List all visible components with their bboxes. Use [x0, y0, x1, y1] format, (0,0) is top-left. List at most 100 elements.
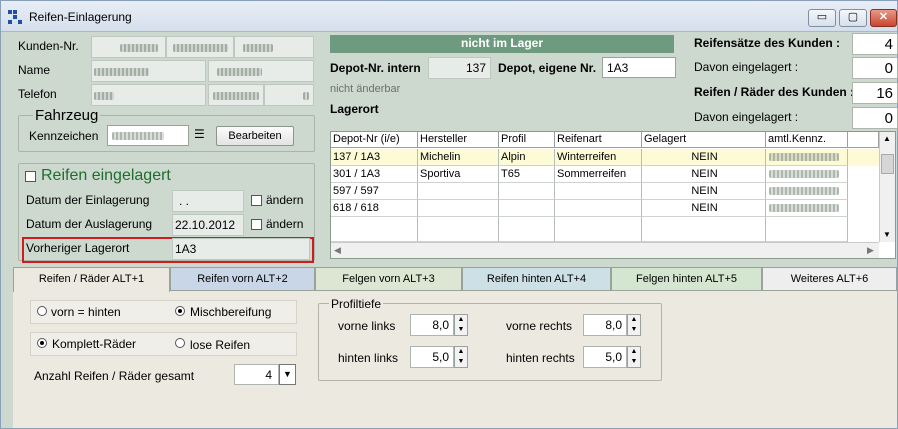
- hinten-rechts-input[interactable]: 5,0: [583, 346, 627, 368]
- hinten-links-input[interactable]: 5,0: [410, 346, 454, 368]
- vorname-field[interactable]: [208, 60, 314, 82]
- aendern-checkbox-1[interactable]: [251, 195, 262, 206]
- table-cell[interactable]: NEIN: [642, 166, 766, 183]
- kunden-name2-field[interactable]: [234, 36, 314, 58]
- anzahl-select[interactable]: 4: [234, 364, 279, 385]
- telefon-label: Telefon: [18, 87, 57, 101]
- davon-eingelagert-1-label: Davon eingelagert :: [694, 60, 799, 74]
- davon-eingelagert-2-value: 0: [852, 107, 898, 129]
- komplett-raeder-label: Komplett-Räder: [52, 337, 137, 351]
- vorne-rechts-spinner[interactable]: ▲ ▼: [627, 314, 641, 336]
- scroll-left-icon[interactable]: ◀: [334, 245, 341, 256]
- telefon3-field[interactable]: [264, 84, 314, 106]
- datum-einlagerung-label: Datum der Einlagerung: [26, 193, 150, 207]
- aendern-label-1: ändern: [266, 193, 304, 207]
- tab-weiteres[interactable]: Weiteres ALT+6: [762, 267, 897, 291]
- datum-auslagerung-label: Datum der Auslagerung: [26, 217, 153, 231]
- kunden-name1-field[interactable]: [166, 36, 234, 58]
- horizontal-scrollbar[interactable]: ◀ ▶: [331, 242, 879, 258]
- vorne-links-spinner[interactable]: ▲ ▼: [454, 314, 468, 336]
- tab-reifen-raeder[interactable]: Reifen / Räder ALT+1: [13, 267, 170, 292]
- scroll-up-icon[interactable]: ▲: [883, 134, 891, 143]
- table-cell-empty: [555, 217, 642, 242]
- table-cell[interactable]: Michelin: [418, 149, 499, 166]
- vertical-scrollbar[interactable]: ▲ ▼: [879, 132, 895, 242]
- table-header[interactable]: Gelagert: [642, 132, 766, 148]
- table-cell[interactable]: [555, 200, 642, 217]
- vorne-rechts-input[interactable]: 8,0: [583, 314, 627, 336]
- tab-reifen-hinten[interactable]: Reifen hinten ALT+4: [462, 267, 611, 291]
- fahrzeug-group-label: Fahrzeug: [33, 107, 101, 124]
- table-cell-kennz[interactable]: [766, 183, 848, 200]
- hinten-rechts-spinner[interactable]: ▲ ▼: [627, 346, 641, 368]
- depot-eigene-input[interactable]: 1A3: [602, 57, 676, 78]
- kunden-nr-field[interactable]: [91, 36, 166, 58]
- table-cell[interactable]: 301 / 1A3: [331, 166, 418, 183]
- table-cell[interactable]: [418, 200, 499, 217]
- list-icon[interactable]: ☰: [194, 127, 208, 143]
- datum-einlagerung-field[interactable]: . .: [172, 190, 244, 212]
- table-cell[interactable]: Alpin: [499, 149, 555, 166]
- maximize-button[interactable]: ▢: [839, 9, 867, 27]
- table-cell[interactable]: 597 / 597: [331, 183, 418, 200]
- komplett-raeder-radio[interactable]: [37, 338, 47, 348]
- lagerort-label: Lagerort: [330, 102, 379, 116]
- scroll-thumb[interactable]: [881, 154, 894, 174]
- aendern-checkbox-2[interactable]: [251, 219, 262, 230]
- telefon-field[interactable]: [91, 84, 206, 106]
- window-title: Reifen-Einlagerung: [29, 10, 132, 24]
- tab-reifen-vorn[interactable]: Reifen vorn ALT+2: [170, 267, 315, 291]
- table-cell[interactable]: [418, 183, 499, 200]
- reifen-raeder-value: 16: [852, 82, 898, 104]
- main-window: Reifen-Einlagerung ▭ ▢ ✕ Kunden-Nr. Name…: [0, 0, 898, 429]
- title-bar[interactable]: Reifen-Einlagerung ▭ ▢ ✕: [1, 1, 897, 32]
- kennzeichen-label: Kennzeichen: [29, 129, 99, 143]
- table-cell-kennz[interactable]: [766, 149, 848, 166]
- vorne-links-input[interactable]: 8,0: [410, 314, 454, 336]
- tab-felgen-vorn[interactable]: Felgen vorn ALT+3: [315, 267, 462, 291]
- vorheriger-lagerort-field[interactable]: 1A3: [172, 238, 310, 260]
- table-cell[interactable]: Winterreifen: [555, 149, 642, 166]
- datum-auslagerung-field[interactable]: 22.10.2012: [172, 214, 244, 236]
- table-cell[interactable]: Sommerreifen: [555, 166, 642, 183]
- table-cell-kennz[interactable]: [766, 200, 848, 217]
- table-cell[interactable]: NEIN: [642, 200, 766, 217]
- close-button[interactable]: ✕: [870, 9, 897, 27]
- lose-reifen-radio[interactable]: [175, 338, 185, 348]
- table-cell[interactable]: 618 / 618: [331, 200, 418, 217]
- reifen-eingelagert-label: Reifen eingelagert: [41, 167, 171, 184]
- table-header[interactable]: Profil: [499, 132, 555, 148]
- vorne-rechts-label: vorne rechts: [506, 319, 573, 333]
- table-cell-empty: [499, 217, 555, 242]
- hinten-links-spinner[interactable]: ▲ ▼: [454, 346, 468, 368]
- table-cell[interactable]: [499, 200, 555, 217]
- table-cell[interactable]: Sportiva: [418, 166, 499, 183]
- mischbereifung-radio[interactable]: [175, 306, 185, 316]
- telefon2-field[interactable]: [208, 84, 264, 106]
- tab-felgen-hinten[interactable]: Felgen hinten ALT+5: [611, 267, 762, 291]
- name-field[interactable]: [91, 60, 206, 82]
- davon-eingelagert-1-value: 0: [852, 57, 898, 79]
- table-header[interactable]: Depot-Nr (i/e): [331, 132, 418, 148]
- chevron-down-icon[interactable]: ▼: [279, 364, 296, 385]
- table-cell[interactable]: [499, 183, 555, 200]
- vorn-hinten-radio[interactable]: [37, 306, 47, 316]
- table-cell-kennz[interactable]: [766, 166, 848, 183]
- minimize-button[interactable]: ▭: [808, 9, 836, 27]
- mischbereifung-label: Mischbereifung: [190, 305, 272, 319]
- scroll-down-icon[interactable]: ▼: [883, 230, 891, 239]
- table-cell[interactable]: NEIN: [642, 183, 766, 200]
- table-cell[interactable]: [555, 183, 642, 200]
- table-header[interactable]: Reifenart: [555, 132, 642, 148]
- table-header[interactable]: Hersteller: [418, 132, 499, 148]
- vorn-hinten-label: vorn = hinten: [51, 305, 121, 319]
- table-cell[interactable]: NEIN: [642, 149, 766, 166]
- reifen-eingelagert-checkbox[interactable]: [25, 171, 36, 182]
- table-header[interactable]: amtl.Kennz.: [766, 132, 848, 148]
- kennzeichen-input[interactable]: [107, 125, 189, 146]
- table-cell[interactable]: 137 / 1A3: [331, 149, 418, 166]
- scroll-right-icon[interactable]: ▶: [867, 245, 874, 256]
- bearbeiten-button[interactable]: Bearbeiten: [216, 126, 294, 146]
- reifensaetze-label: Reifensätze des Kunden :: [694, 36, 841, 50]
- table-cell[interactable]: T65: [499, 166, 555, 183]
